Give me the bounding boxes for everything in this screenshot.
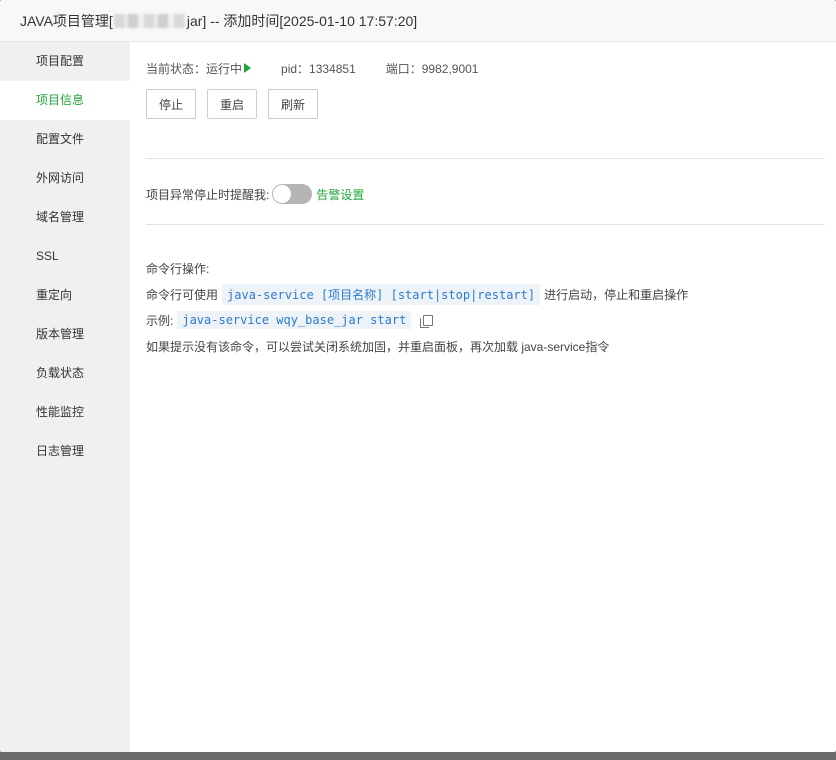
usage-prefix: 命令行可使用 (146, 287, 219, 302)
sidebar-item-project-config[interactable]: 项目配置 (0, 42, 130, 81)
running-play-icon (244, 63, 252, 73)
alert-settings-link[interactable]: 告警设置 (316, 186, 364, 203)
usage-code: java-service [项目名称] [start|stop|restart] (222, 283, 541, 305)
restart-button[interactable]: 重启 (207, 89, 257, 119)
sidebar-item-redirect[interactable]: 重定向 (0, 276, 130, 315)
sidebar-nav: 项目配置 项目信息 配置文件 外网访问 域名管理 SSL 重定向 版本管理 负载… (0, 42, 130, 752)
command-hint: 如果提示没有该命令，可以尝试关闭系统加固，并重启面板，再次加载 java-ser… (146, 339, 610, 354)
main-content: 当前状态：运行中 pid：1334851 端口：9982,9001 停止 重启 … (146, 42, 825, 752)
alert-label: 项目异常停止时提醒我: (146, 187, 270, 202)
stop-button[interactable]: 停止 (146, 89, 196, 119)
project-dialog: JAVA项目管理[ jar] -- 添加时间[2025-01-10 17:57:… (0, 0, 836, 752)
sidebar-item-project-info[interactable]: 项目信息 (0, 81, 130, 120)
sidebar-item-config-files[interactable]: 配置文件 (0, 120, 130, 159)
page-backdrop-edge (0, 752, 836, 760)
dialog-titlebar: JAVA项目管理[ jar] -- 添加时间[2025-01-10 17:57:… (0, 0, 836, 42)
section-divider (146, 158, 825, 159)
sidebar-item-performance-monitor[interactable]: 性能监控 (0, 393, 130, 432)
command-hint-line: 如果提示没有该命令，可以尝试关闭系统加固，并重启面板，再次加载 java-ser… (146, 333, 825, 359)
example-code: java-service wqy_base_jar start (177, 311, 412, 329)
alert-toggle[interactable] (272, 184, 313, 204)
sidebar-item-ssl[interactable]: SSL (0, 237, 130, 276)
pid-text: pid：1334851 (281, 61, 356, 76)
usage-suffix: 进行启动，停止和重启操作 (544, 287, 689, 302)
command-section: 命令行操作: 命令行可使用 java-service [项目名称] [start… (146, 255, 825, 359)
command-heading: 命令行操作: (146, 261, 210, 276)
toggle-knob (273, 185, 292, 203)
port-text: 端口：9982,9001 (385, 61, 479, 76)
status-row: 当前状态：运行中 pid：1334851 端口：9982,9001 (146, 61, 825, 76)
refresh-button[interactable]: 刷新 (268, 89, 318, 119)
command-usage-line: 命令行可使用 java-service [项目名称] [start|stop|r… (146, 281, 825, 307)
dialog-title-suffix: jar] -- 添加时间[2025-01-10 17:57:20] (186, 12, 418, 29)
sidebar-item-version-management[interactable]: 版本管理 (0, 315, 130, 354)
sidebar-item-log-management[interactable]: 日志管理 (0, 432, 130, 471)
command-heading-line: 命令行操作: (146, 255, 825, 281)
example-label: 示例: (146, 313, 174, 328)
command-example-line: 示例: java-service wqy_base_jar start (146, 307, 825, 333)
section-divider (146, 224, 825, 225)
redacted-project-name (113, 13, 186, 28)
run-state-text: 当前状态：运行中 (146, 61, 243, 76)
sidebar-item-domain-management[interactable]: 域名管理 (0, 198, 130, 237)
action-buttons: 停止 重启 刷新 (146, 89, 825, 119)
alert-row: 项目异常停止时提醒我: 告警设置 (146, 183, 825, 205)
copy-icon[interactable] (420, 314, 434, 328)
sidebar-item-external-access[interactable]: 外网访问 (0, 159, 130, 198)
dialog-title-prefix: JAVA项目管理[ (20, 12, 113, 29)
sidebar-item-load-status[interactable]: 负载状态 (0, 354, 130, 393)
